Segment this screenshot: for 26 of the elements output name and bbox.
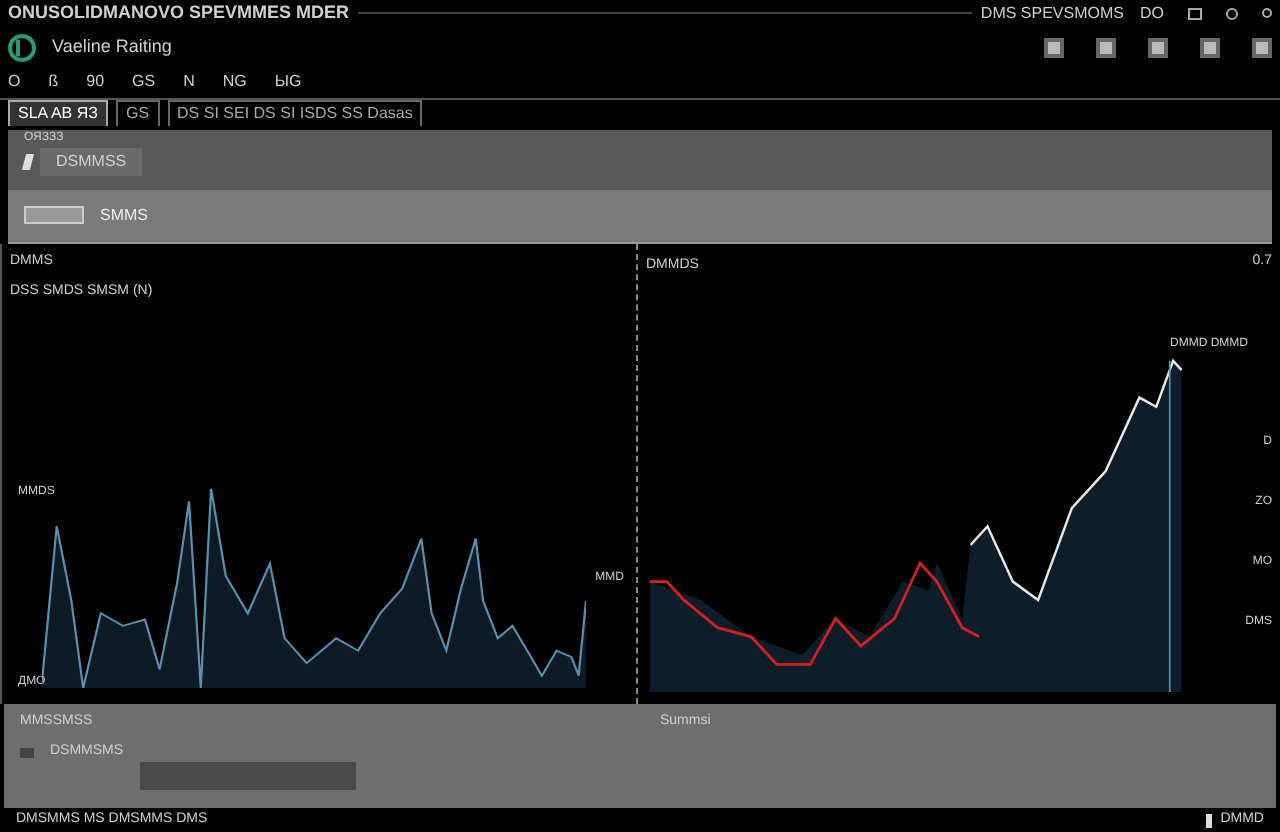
pencil-icon[interactable] [21, 153, 35, 170]
toolbar-icon[interactable] [1252, 37, 1272, 58]
toolbar-icon[interactable] [1044, 37, 1064, 58]
toolbar-icon[interactable] [1096, 37, 1116, 58]
window-title: ONUSOLIDMANOVO SPEVMMES MDER [8, 0, 350, 26]
tab[interactable]: SLA AB ЯЗ [8, 99, 108, 126]
folder-icon [20, 747, 34, 758]
status-label: DO [1140, 1, 1164, 25]
menu-item[interactable]: N [183, 69, 195, 94]
menu-item[interactable]: O [8, 69, 21, 94]
logo-icon [8, 33, 36, 62]
app-name: Vaeline Raiting [52, 34, 172, 61]
row-label: SMMS [100, 203, 148, 228]
tab[interactable]: GS [115, 99, 160, 126]
tab[interactable]: DS SI SEI DS SI ISDS SS Dasas [167, 99, 423, 126]
menu-item[interactable]: GS [132, 69, 156, 94]
battery-icon [1206, 813, 1213, 828]
menu-item[interactable]: ЫG [274, 69, 302, 94]
menu-item[interactable]: ß [48, 69, 59, 94]
status-text: DMS SPEVSMOMS [980, 1, 1124, 25]
field-swatch[interactable] [24, 206, 84, 225]
toolbar-icon[interactable] [1200, 37, 1220, 58]
tool-button[interactable]: DSMMSS [40, 147, 143, 176]
toolbar-icon[interactable] [1148, 37, 1168, 58]
menu-item[interactable]: NG [222, 69, 247, 94]
menu-item[interactable]: 90 [86, 69, 105, 94]
